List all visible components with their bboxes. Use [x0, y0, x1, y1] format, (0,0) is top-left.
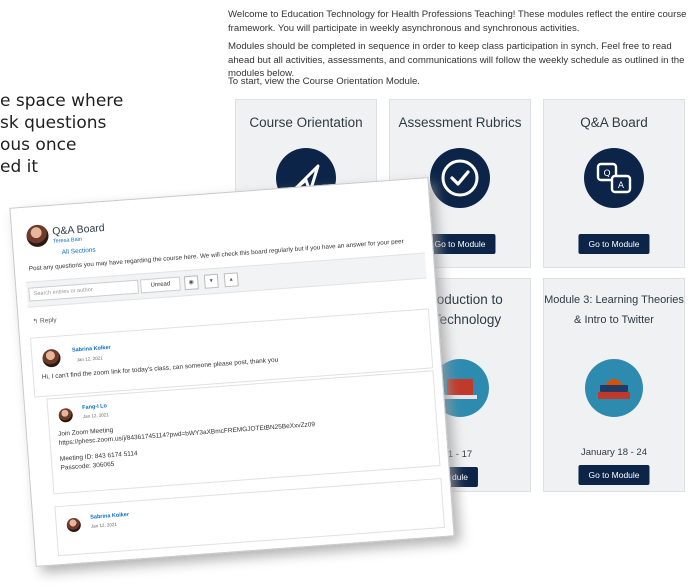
module-card-title-line2: & Intro to Twitter: [574, 314, 654, 326]
module-card-title: Course Orientation: [249, 115, 363, 130]
books-icon: [585, 359, 643, 417]
svg-text:A: A: [618, 181, 625, 191]
reply-label: Reply: [39, 316, 57, 325]
go-to-module-button[interactable]: Go to Module: [578, 234, 650, 254]
entry-time: Jan 12, 2021: [90, 521, 118, 529]
entry-text-line: Meeting ID: 843 6174 5114: [59, 450, 138, 463]
intro-paragraph-3: To start, view the Course Orientation Mo…: [228, 76, 420, 87]
entry-author[interactable]: Sabrina Kolker: [72, 345, 111, 354]
avatar: [25, 224, 50, 248]
unread-filter-button[interactable]: Unread: [139, 276, 181, 294]
slide-text-line: e space where: [0, 91, 124, 111]
module-card-title-line1: Module 3: Learning Theories: [544, 294, 684, 306]
module-date: January 18 - 24: [580, 447, 647, 458]
board-author[interactable]: Teresa Bain: [53, 237, 82, 245]
module-card-title: Assessment Rubrics: [398, 115, 522, 130]
board-title: Q&A Board: [51, 221, 106, 238]
entry-author[interactable]: Fang-I Lo: [82, 403, 107, 411]
avatar: [58, 407, 74, 423]
slide-text-line: sk questions: [0, 113, 107, 133]
svg-text:Q: Q: [603, 169, 610, 179]
module-card-title: Q&A Board: [580, 115, 648, 130]
qa-board-screenshot: Q&A Board Teresa Bain All Sections Post …: [9, 177, 455, 567]
reply-button[interactable]: ↰ Reply: [32, 316, 57, 326]
entry-author[interactable]: Sabrina Kolker: [90, 512, 129, 521]
entry-text-line: Passcode: 306065: [60, 460, 115, 472]
avatar: [66, 517, 82, 533]
module-card-qa-board[interactable]: Q&A Board Q A Go to Module: [543, 99, 685, 268]
chat-bubbles-icon: Q A: [584, 148, 644, 208]
expand-icon[interactable]: ▴: [223, 272, 239, 288]
eye-icon[interactable]: ◉: [183, 275, 199, 291]
board-sections-link[interactable]: All Sections: [62, 247, 96, 256]
entry-time: Jan 12, 2021: [76, 355, 103, 363]
collapse-icon[interactable]: ▾: [203, 273, 219, 289]
go-to-module-button[interactable]: Go to Module: [578, 465, 650, 485]
checkmark-circle-icon: [430, 148, 490, 208]
entry-time: Jan 12, 2021: [82, 412, 110, 420]
module-card-learning-theories[interactable]: Module 3: Learning Theories & Intro to T…: [543, 278, 685, 492]
slide-text: e space where sk questions ous once ed i…: [0, 90, 200, 178]
slide-text-line: ous once: [0, 135, 77, 155]
intro-paragraph-1: Welcome to Education Technology for Heal…: [228, 9, 687, 34]
avatar: [41, 348, 62, 368]
slide-text-line: ed it: [0, 157, 39, 177]
